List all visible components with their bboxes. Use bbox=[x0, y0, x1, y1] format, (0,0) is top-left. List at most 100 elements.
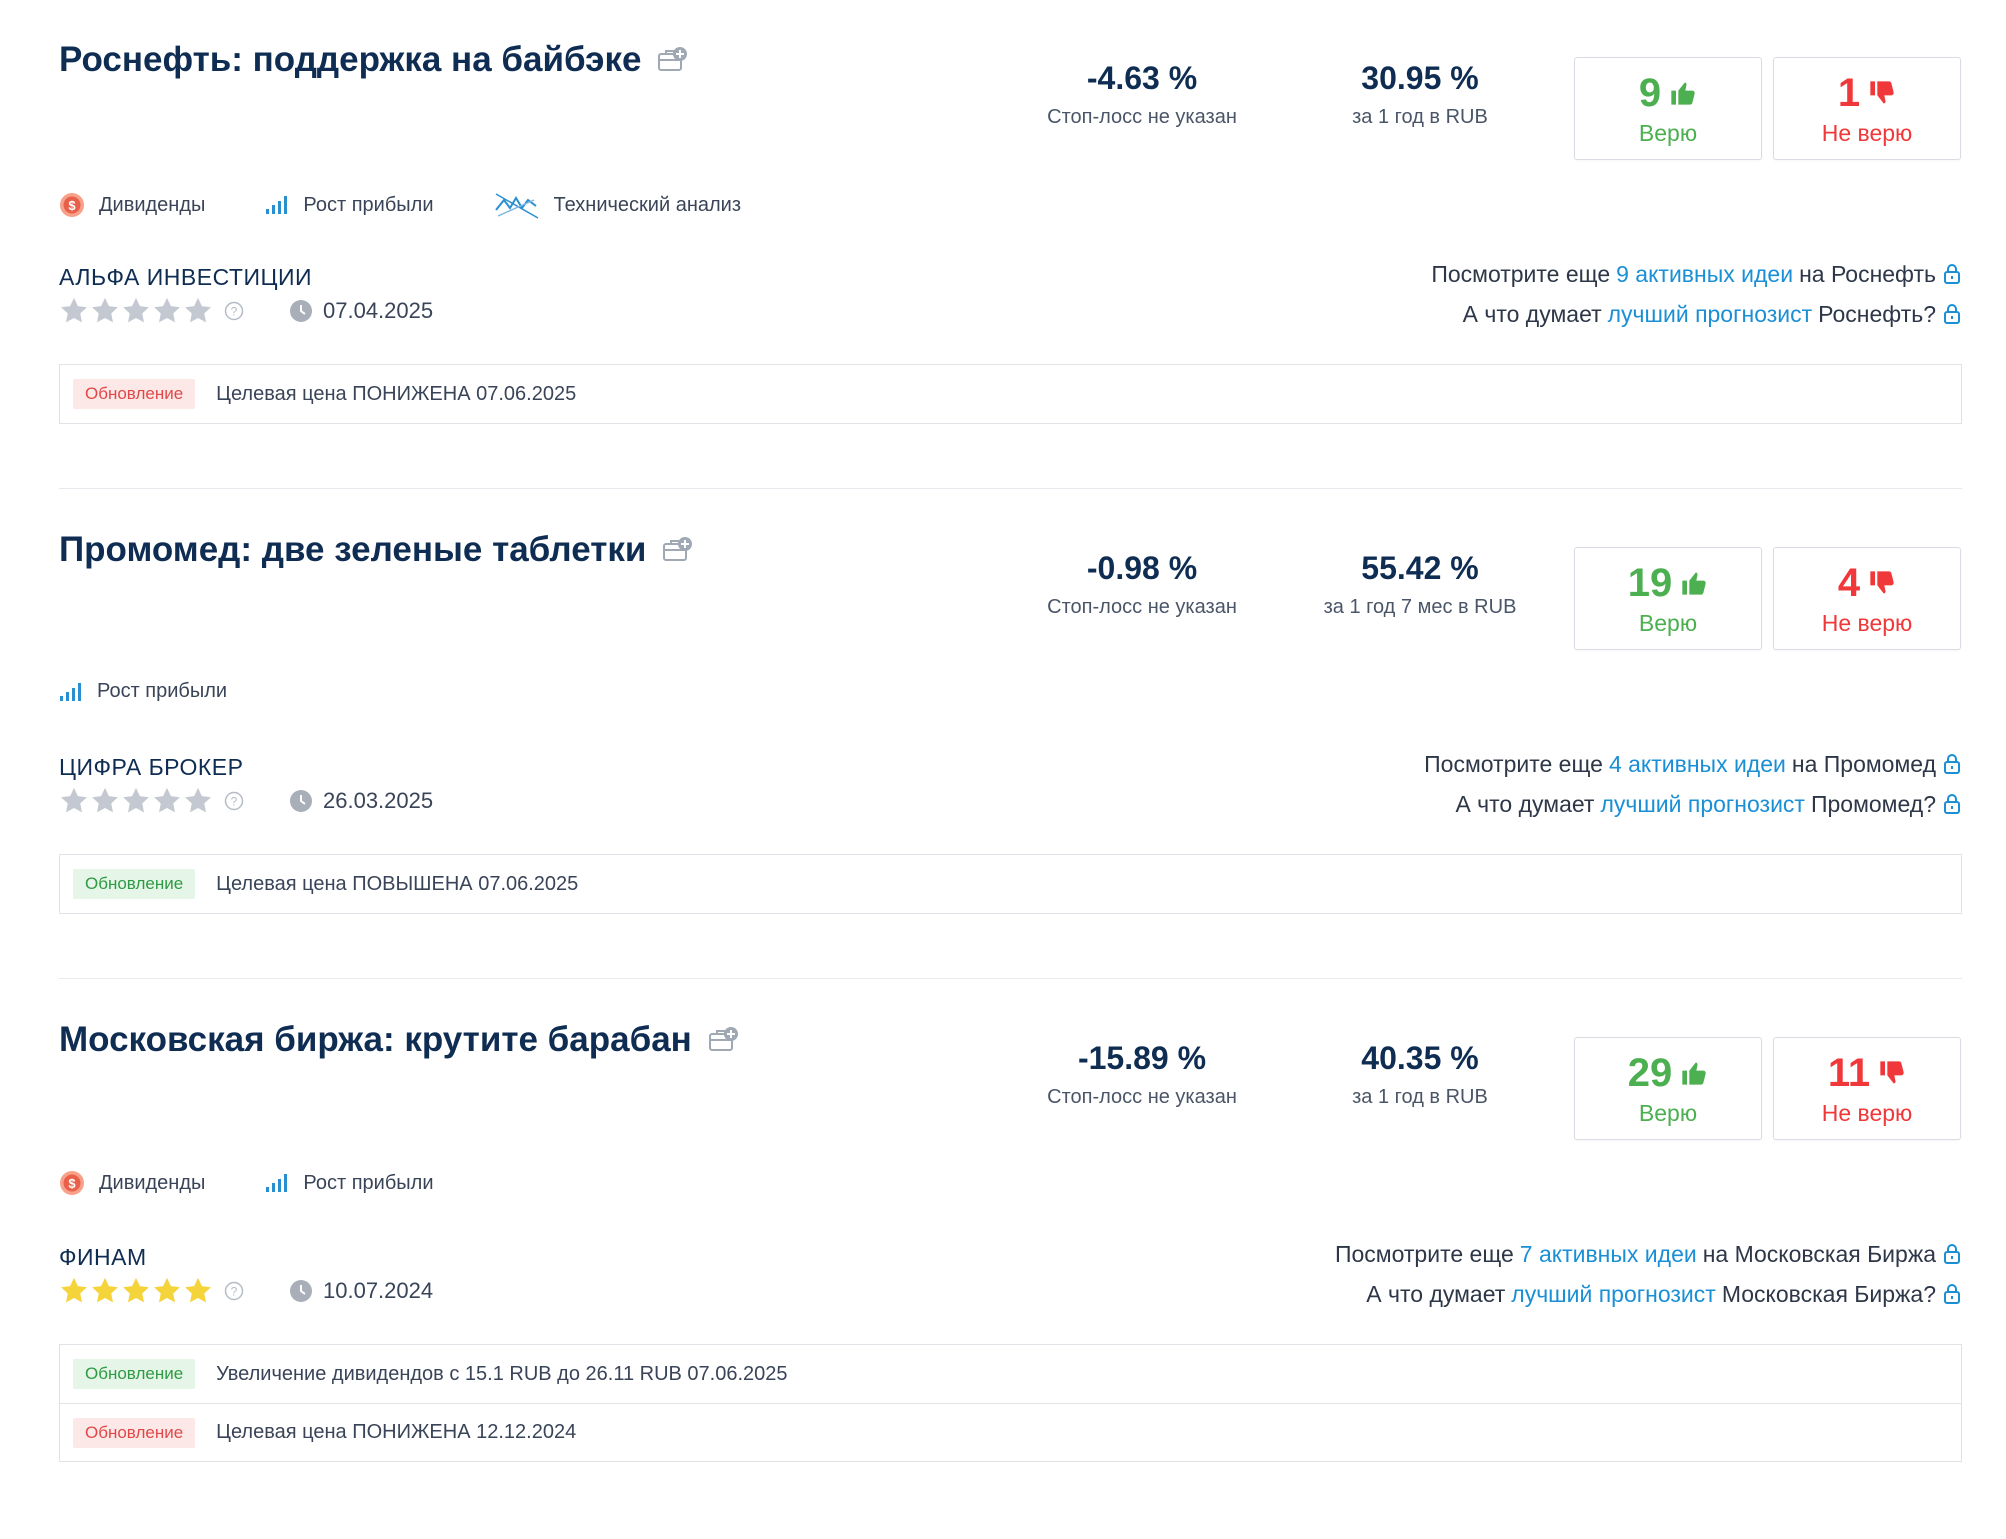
active-ideas-link[interactable]: 7 активных идеи bbox=[1520, 1234, 1697, 1274]
return-value: 30.95 % bbox=[1361, 60, 1479, 96]
believe-label: Верю bbox=[1638, 120, 1698, 146]
believe-count: 29 bbox=[1627, 1051, 1673, 1095]
more-ideas-suffix: на Московская Биржа bbox=[1702, 1241, 1936, 1267]
tag-item[interactable]: Рост прибыли bbox=[265, 1172, 434, 1195]
active-ideas-link[interactable]: 4 активных идеи bbox=[1609, 744, 1786, 784]
believe-button[interactable]: 19 Верю bbox=[1574, 547, 1762, 650]
idea-title[interactable]: Промомед: две зеленые таблетки bbox=[59, 530, 646, 570]
disbelieve-count: 11 bbox=[1827, 1051, 1871, 1095]
idea-card: Московская биржа: крутите барабан -15.89… bbox=[0, 980, 2006, 1462]
best-forecaster-link[interactable]: лучший прогнозист bbox=[1600, 784, 1805, 824]
add-to-portfolio-icon[interactable] bbox=[708, 1025, 740, 1055]
broker-rating: ? bbox=[59, 786, 244, 816]
star-icon bbox=[92, 1277, 118, 1303]
stop-loss-metric: -0.98 % Стоп-лосс не указан bbox=[1012, 548, 1272, 619]
forecaster-prefix: А что думает bbox=[1366, 1281, 1506, 1307]
lock-icon bbox=[1944, 794, 1960, 814]
star-icon bbox=[92, 787, 118, 813]
stop-loss-metric: -15.89 % Стоп-лосс не указан bbox=[1012, 1038, 1272, 1109]
more-ideas-suffix: на Роснефть bbox=[1799, 261, 1936, 287]
stop-loss-label: Стоп-лосс не указан bbox=[1047, 596, 1237, 618]
forecaster-prefix: А что думает bbox=[1455, 791, 1595, 817]
idea-tags: $ Дивиденды Рост прибыли bbox=[59, 1170, 434, 1196]
believe-button[interactable]: 29 Верю bbox=[1574, 1037, 1762, 1140]
forecaster-suffix: Промомед? bbox=[1810, 791, 1936, 817]
return-value: 55.42 % bbox=[1361, 550, 1479, 586]
broker-name[interactable]: АЛЬФА ИНВЕСТИЦИИ bbox=[59, 264, 312, 291]
stop-loss-value: -15.89 % bbox=[1077, 1040, 1207, 1076]
disbelieve-button[interactable]: 11 Не верю bbox=[1773, 1037, 1961, 1140]
update-badge: Обновление bbox=[73, 1359, 196, 1389]
tag-item[interactable]: Рост прибыли bbox=[59, 680, 227, 703]
idea-title[interactable]: Московская биржа: крутите барабан bbox=[59, 1020, 692, 1060]
add-to-portfolio-icon[interactable] bbox=[662, 535, 694, 565]
disbelieve-label: Не верю bbox=[1821, 610, 1913, 636]
tag-item[interactable]: Технический анализ bbox=[494, 190, 741, 220]
dividend-icon: $ bbox=[60, 193, 84, 217]
active-ideas-link[interactable]: 9 активных идеи bbox=[1616, 254, 1793, 294]
update-text: Увеличение дивидендов с 15.1 RUB до 26.1… bbox=[216, 1362, 788, 1385]
update-text: Целевая цена ПОВЫШЕНА 07.06.2025 bbox=[216, 872, 579, 895]
add-to-portfolio-icon[interactable] bbox=[657, 45, 689, 75]
disbelieve-button[interactable]: 4 Не верю bbox=[1773, 547, 1961, 650]
star-icon bbox=[123, 297, 149, 323]
broker-name[interactable]: ФИНАМ bbox=[59, 1244, 147, 1271]
lock-icon bbox=[1944, 1284, 1960, 1304]
best-forecaster-link[interactable]: лучший прогнозист bbox=[1608, 294, 1813, 334]
update-text: Целевая цена ПОНИЖЕНА 12.12.2024 bbox=[216, 1421, 577, 1443]
disbelieve-button[interactable]: 1 Не верю bbox=[1773, 57, 1961, 160]
help-icon[interactable]: ? bbox=[224, 791, 244, 811]
idea-updates: Обновление Увеличение дивидендов с 15.1 R… bbox=[59, 1344, 1962, 1462]
profit-growth-icon bbox=[266, 1174, 288, 1192]
update-badge: Обновление bbox=[73, 1417, 196, 1448]
tag-item[interactable]: Рост прибыли bbox=[265, 194, 434, 217]
thumbs-down-icon bbox=[1880, 1061, 1904, 1084]
believe-button[interactable]: 9 Верю bbox=[1574, 57, 1762, 160]
idea-divider bbox=[59, 978, 1962, 979]
profit-growth-icon bbox=[266, 196, 288, 214]
svg-text:?: ? bbox=[231, 1285, 238, 1299]
tag-label: Дивиденды bbox=[99, 1171, 206, 1194]
best-forecaster-link[interactable]: лучший прогнозист bbox=[1511, 1274, 1716, 1314]
technical-analysis-icon bbox=[494, 193, 538, 219]
star-icon bbox=[185, 297, 211, 323]
star-icon bbox=[154, 787, 180, 813]
idea-updates: Обновление Целевая цена ПОНИЖЕНА 07.06.20… bbox=[59, 364, 1962, 424]
star-icon bbox=[61, 297, 87, 323]
help-icon[interactable]: ? bbox=[224, 301, 244, 321]
disbelieve-label: Не верю bbox=[1821, 1100, 1913, 1126]
broker-rating: ? bbox=[59, 1276, 244, 1306]
clock-icon bbox=[290, 1280, 312, 1302]
forecaster-suffix: Московская Биржа? bbox=[1721, 1281, 1936, 1307]
tag-label: Рост прибыли bbox=[97, 680, 228, 702]
lock-icon bbox=[1944, 264, 1960, 284]
disbelieve-count: 1 bbox=[1837, 71, 1861, 115]
idea-date: 26.03.2025 bbox=[289, 788, 433, 814]
help-icon[interactable]: ? bbox=[224, 1281, 244, 1301]
clock-icon bbox=[290, 300, 312, 322]
more-links: Посмотрите еще 7 активных идеи на Москов… bbox=[1335, 1234, 1962, 1314]
star-icon bbox=[185, 1277, 211, 1303]
lock-icon bbox=[1944, 754, 1960, 774]
more-ideas-prefix: Посмотрите еще bbox=[1424, 751, 1603, 777]
idea-tags: Рост прибыли bbox=[59, 680, 227, 703]
thumbs-down-icon bbox=[1870, 571, 1894, 594]
update-row: Обновление Целевая цена ПОВЫШЕНА 07.06.20… bbox=[60, 855, 1961, 913]
thumbs-down-icon bbox=[1870, 81, 1894, 104]
idea-tags: $ Дивиденды Рост прибыли Технический анализ bbox=[59, 190, 741, 220]
tag-item[interactable]: $ Дивиденды bbox=[59, 1170, 205, 1196]
date-value: 07.04.2025 bbox=[323, 298, 434, 323]
star-icon bbox=[185, 787, 211, 813]
believe-label: Верю bbox=[1638, 610, 1698, 636]
lock-icon bbox=[1944, 304, 1960, 324]
believe-count: 19 bbox=[1627, 561, 1673, 605]
more-links: Посмотрите еще 9 активных идеи на Роснеф… bbox=[1431, 254, 1962, 334]
return-period: за 1 год в RUB bbox=[1352, 1086, 1488, 1108]
stop-loss-label: Стоп-лосс не указан bbox=[1047, 106, 1237, 128]
tag-item[interactable]: $ Дивиденды bbox=[59, 192, 205, 218]
lock-icon bbox=[1944, 1244, 1960, 1264]
profit-growth-icon bbox=[60, 682, 81, 701]
star-icon bbox=[61, 1277, 87, 1303]
idea-title[interactable]: Роснефть: поддержка на байбэке bbox=[59, 40, 641, 80]
broker-name[interactable]: ЦИФРА БРОКЕР bbox=[59, 754, 243, 781]
